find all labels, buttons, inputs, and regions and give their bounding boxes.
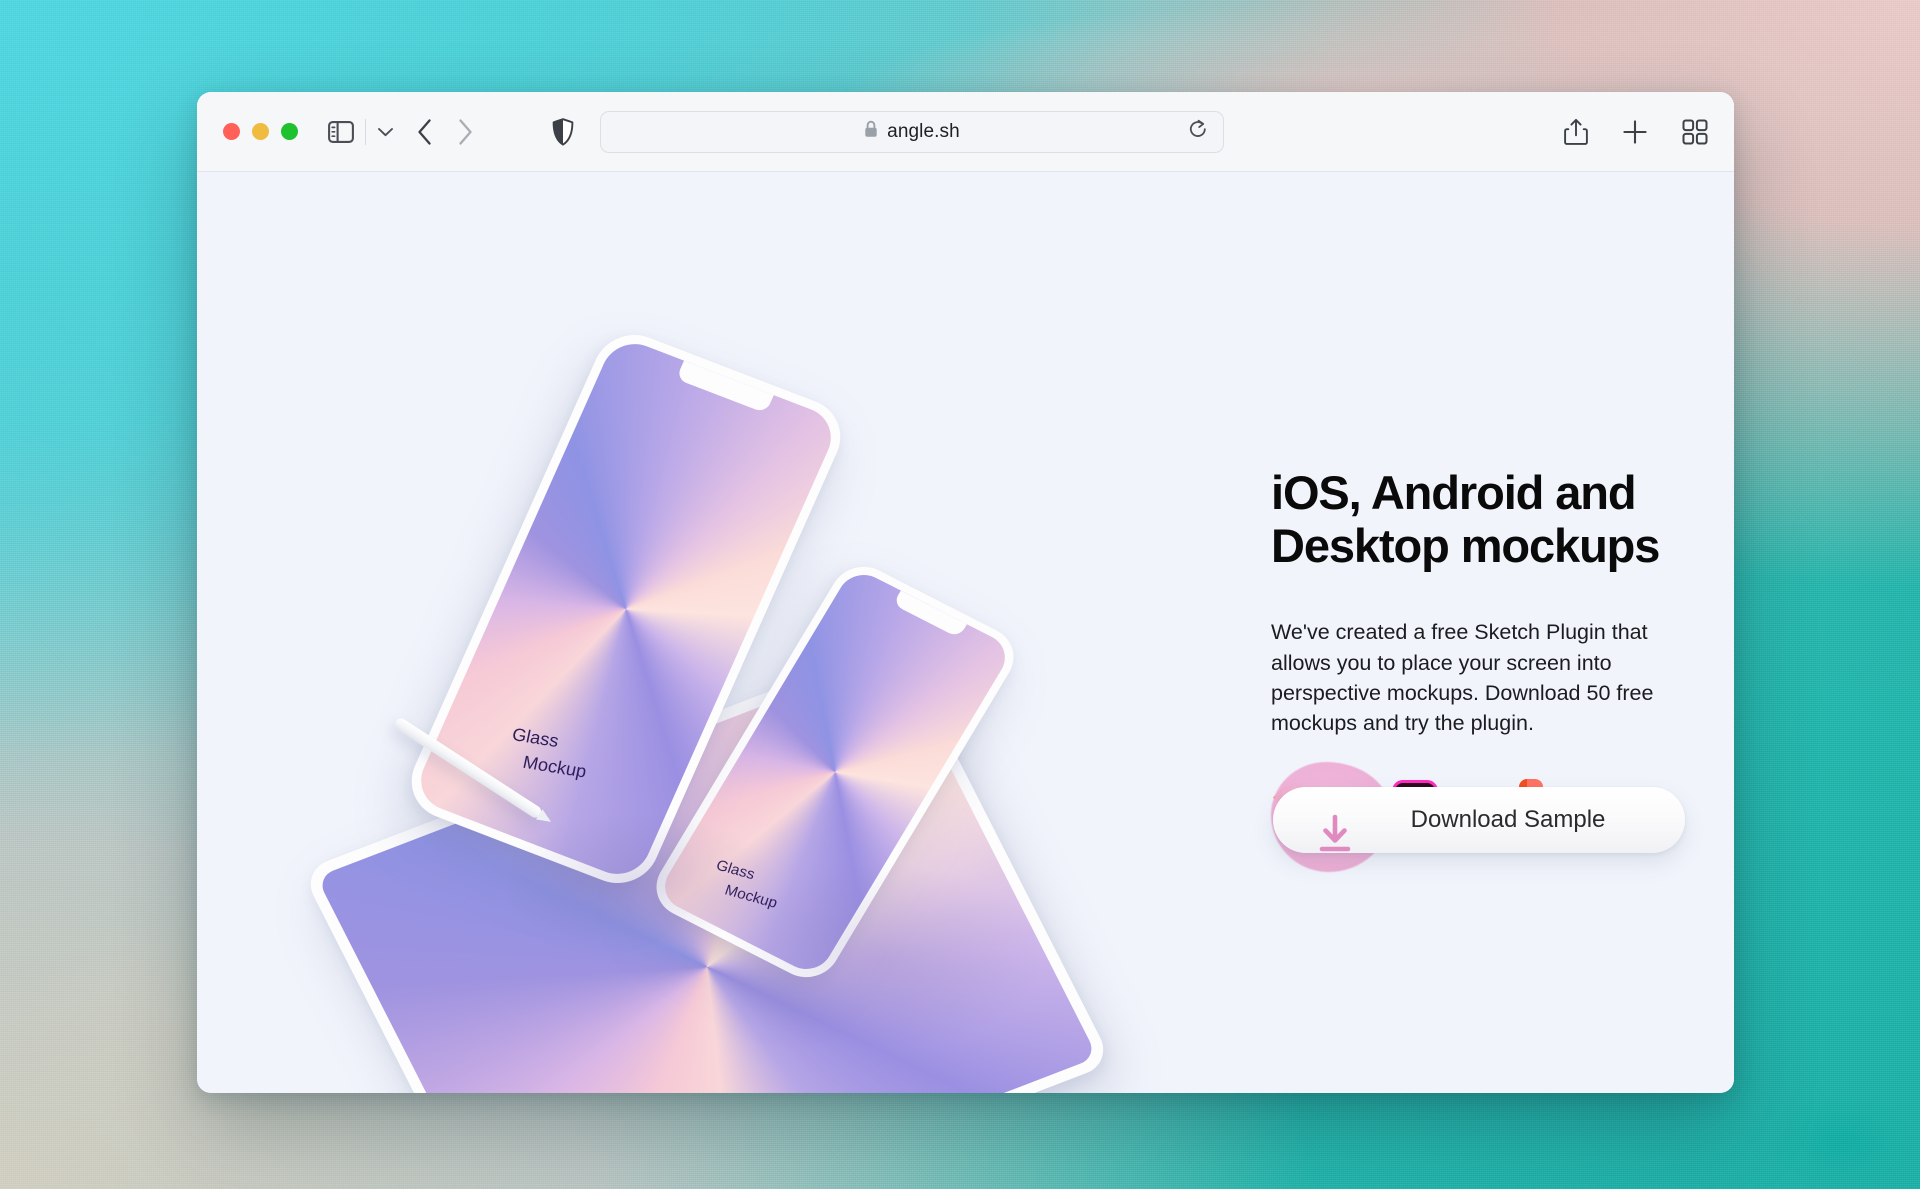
address-bar-content: angle.sh xyxy=(864,120,960,143)
web-page-content: Glass Mockup Glass Mockup xyxy=(197,172,1734,1093)
browser-toolbar: angle.sh xyxy=(197,92,1734,172)
toolbar-right-actions xyxy=(1524,118,1708,146)
forward-button[interactable] xyxy=(457,118,474,146)
browser-window: angle.sh Glass Mockup iOS, Android and D… xyxy=(197,92,1734,1093)
traffic-lights xyxy=(223,123,298,140)
url-text: angle.sh xyxy=(887,120,960,142)
toolbar-divider xyxy=(365,118,366,145)
desktop-background: angle.sh Glass Mockup iOS, Android and D… xyxy=(0,0,1920,1189)
maximize-window-button[interactable] xyxy=(281,123,298,140)
chevron-down-icon[interactable] xyxy=(377,126,394,138)
sidebar-controls xyxy=(328,118,394,145)
lock-icon xyxy=(864,120,878,143)
address-bar[interactable]: angle.sh xyxy=(600,110,1224,153)
hero-description: We've created a free Sketch Plugin that … xyxy=(1271,620,1654,736)
navigation-controls xyxy=(416,118,474,146)
sidebar-icon[interactable] xyxy=(328,120,354,143)
back-button[interactable] xyxy=(416,118,433,146)
shield-icon[interactable] xyxy=(552,117,574,146)
close-window-button[interactable] xyxy=(223,123,240,140)
minimize-window-button[interactable] xyxy=(252,123,269,140)
download-icon xyxy=(1314,814,1356,854)
plus-icon[interactable] xyxy=(1622,119,1648,145)
mockup-illustration: Glass Mockup Glass Mockup xyxy=(197,172,1257,1093)
mockup-shadow xyxy=(717,862,1047,1052)
share-icon[interactable] xyxy=(1564,118,1588,146)
download-sample-area: Download Sample xyxy=(1271,762,1691,872)
reload-button[interactable] xyxy=(1188,118,1208,145)
grid-icon[interactable] xyxy=(1682,119,1708,145)
page-title: iOS, Android and Desktop mockups xyxy=(1271,466,1660,572)
